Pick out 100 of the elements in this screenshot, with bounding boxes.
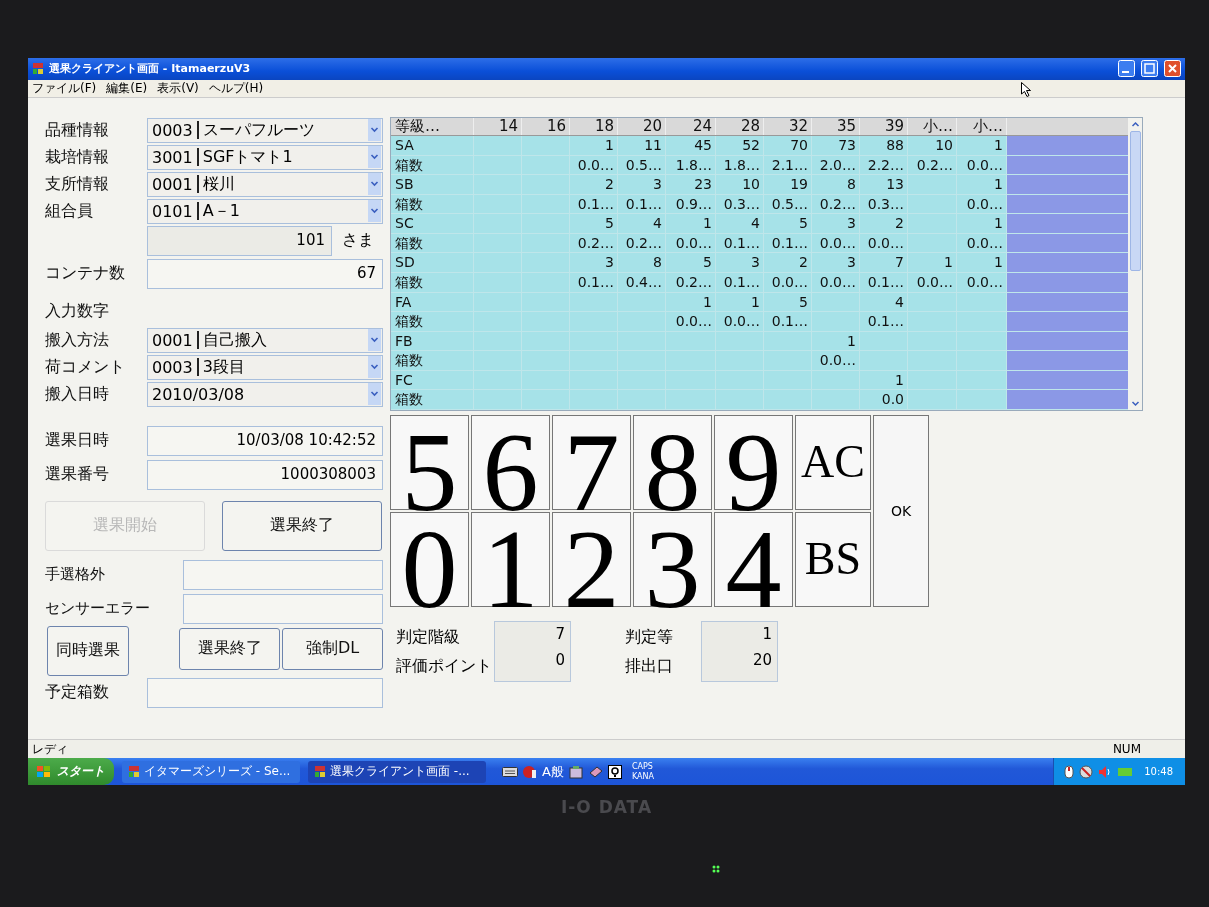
keypad-key[interactable]: BS: [795, 511, 871, 607]
column-header[interactable]: 35: [812, 117, 860, 135]
input-field[interactable]: [183, 593, 383, 624]
window-title: 選果クライアント画面 - ItamaerzuV3: [49, 61, 251, 77]
table-cell: 2: [860, 214, 908, 233]
column-header[interactable]: 32: [764, 117, 812, 135]
input-mode-text[interactable]: A般: [542, 762, 564, 781]
input-field[interactable]: 10/03/08 10:42:52: [147, 425, 383, 456]
table-cell: 7: [860, 253, 908, 272]
table-cell: 11: [618, 135, 666, 155]
keypad-key[interactable]: 2: [552, 511, 631, 607]
row-header-cell: SA: [391, 135, 474, 155]
keypad-key[interactable]: 3: [633, 511, 712, 607]
dropdown[interactable]: 0001 自己搬入: [147, 327, 383, 353]
keypad-key[interactable]: 8: [633, 414, 712, 510]
column-header[interactable]: 小…: [908, 117, 957, 135]
table-cell: 2: [570, 175, 618, 194]
table-cell: 73: [812, 135, 860, 155]
vertical-scrollbar[interactable]: [1128, 117, 1142, 410]
windows-flag-icon: [36, 764, 52, 779]
table-cell: 4: [618, 214, 666, 233]
keypad-key[interactable]: 7: [552, 414, 631, 510]
keypad-key[interactable]: 0: [390, 511, 469, 607]
menu-item[interactable]: ヘルプ(H): [208, 79, 264, 97]
input-field[interactable]: [147, 677, 383, 708]
table-cell: 0.1…: [570, 194, 618, 214]
keypad-key[interactable]: 5: [390, 414, 469, 510]
keypad-key[interactable]: 4: [714, 511, 793, 607]
column-header[interactable]: 等級…: [391, 117, 474, 135]
field-label: コンテナ数: [44, 263, 126, 285]
table-cell: 0.9…: [666, 194, 716, 214]
dropdown[interactable]: 2010/03/08: [147, 381, 383, 407]
input-field[interactable]: 1000308003: [147, 459, 383, 490]
app-icon: [32, 62, 44, 76]
menu-item[interactable]: 編集(E): [106, 79, 148, 97]
maximize-icon[interactable]: [1141, 60, 1158, 78]
table-cell: 1: [908, 253, 957, 272]
close-icon[interactable]: [1164, 60, 1181, 78]
table-cell: 5: [764, 214, 812, 233]
action-button[interactable]: 選果終了: [179, 627, 280, 670]
taskbar-button[interactable]: イタマーズシリーズ - Se...: [122, 760, 300, 783]
table-cell: 3: [716, 253, 764, 272]
table-cell: 0.2…: [908, 155, 957, 175]
ok-button[interactable]: OK: [873, 414, 929, 607]
keypad-key[interactable]: 1: [471, 511, 550, 607]
app-icon: [314, 765, 326, 778]
dropdown[interactable]: 0101 A－1: [147, 198, 383, 224]
table-cell: 2: [764, 253, 812, 272]
table-cell: 2.0…: [812, 155, 860, 175]
column-header[interactable]: 20: [618, 117, 666, 135]
scroll-thumb[interactable]: [1129, 130, 1141, 271]
table-cell: 0.2…: [812, 194, 860, 214]
dropdown[interactable]: 0001 桜川: [147, 171, 383, 197]
action-button[interactable]: 強制DL: [282, 627, 383, 670]
table-cell: 0.2…: [666, 273, 716, 292]
column-header[interactable]: 24: [666, 117, 716, 135]
field-label: 手選格外: [44, 565, 106, 585]
help-icon[interactable]: [607, 764, 622, 779]
caps-indicator: CAPS: [631, 761, 654, 772]
keypad-key[interactable]: AC: [795, 414, 871, 510]
table-cell: 1: [860, 370, 908, 390]
column-header[interactable]: 14: [474, 117, 522, 135]
column-header[interactable]: 39: [860, 117, 908, 135]
taskbar-button[interactable]: 選果クライアント画面 -...: [308, 760, 486, 783]
input-field[interactable]: 67: [147, 258, 383, 289]
table-cell: 2.1…: [764, 155, 812, 175]
speaker-icon[interactable]: [1098, 764, 1113, 779]
action-button[interactable]: 選果終了: [222, 500, 382, 551]
row-header-cell: SD: [391, 253, 474, 272]
menu-item[interactable]: ファイル(F): [32, 79, 97, 97]
row-header-cell: FC: [391, 370, 474, 390]
input-field[interactable]: [183, 559, 383, 590]
table-cell: 0.2…: [618, 233, 666, 253]
action-button[interactable]: 同時選果: [47, 625, 129, 676]
table-cell: 8: [618, 253, 666, 272]
keyboard-icon[interactable]: [502, 766, 518, 777]
row-header-cell: 箱数: [391, 194, 474, 214]
column-header[interactable]: 18: [570, 117, 618, 135]
table-cell: 0.0…: [860, 233, 908, 253]
dropdown[interactable]: 0003 スーパフルーツ: [147, 117, 383, 143]
keypad-key[interactable]: 6: [471, 414, 550, 510]
dropdown[interactable]: 3001 SGFトマト1: [147, 144, 383, 170]
table-cell: 0.1…: [764, 233, 812, 253]
start-button[interactable]: スタート: [28, 758, 114, 785]
row-header-cell: 箱数: [391, 273, 474, 292]
field-label: 搬入方法: [44, 329, 110, 351]
keypad-key[interactable]: 9: [714, 414, 793, 510]
mouse-icon[interactable]: [1064, 764, 1075, 779]
column-header[interactable]: 28: [716, 117, 764, 135]
table-cell: 10: [716, 175, 764, 194]
table-cell: 0.0…: [812, 233, 860, 253]
dropdown[interactable]: 0003 3段目: [147, 354, 383, 380]
minimize-icon[interactable]: [1118, 60, 1135, 78]
toolbox-icon[interactable]: [567, 763, 584, 780]
column-header[interactable]: 16: [522, 117, 570, 135]
table-cell: 19: [764, 175, 812, 194]
table-cell: 0.5…: [618, 155, 666, 175]
network-icon[interactable]: [1079, 764, 1094, 779]
menu-item[interactable]: 表示(V): [157, 79, 199, 97]
field-label: 予定箱数: [44, 682, 110, 704]
